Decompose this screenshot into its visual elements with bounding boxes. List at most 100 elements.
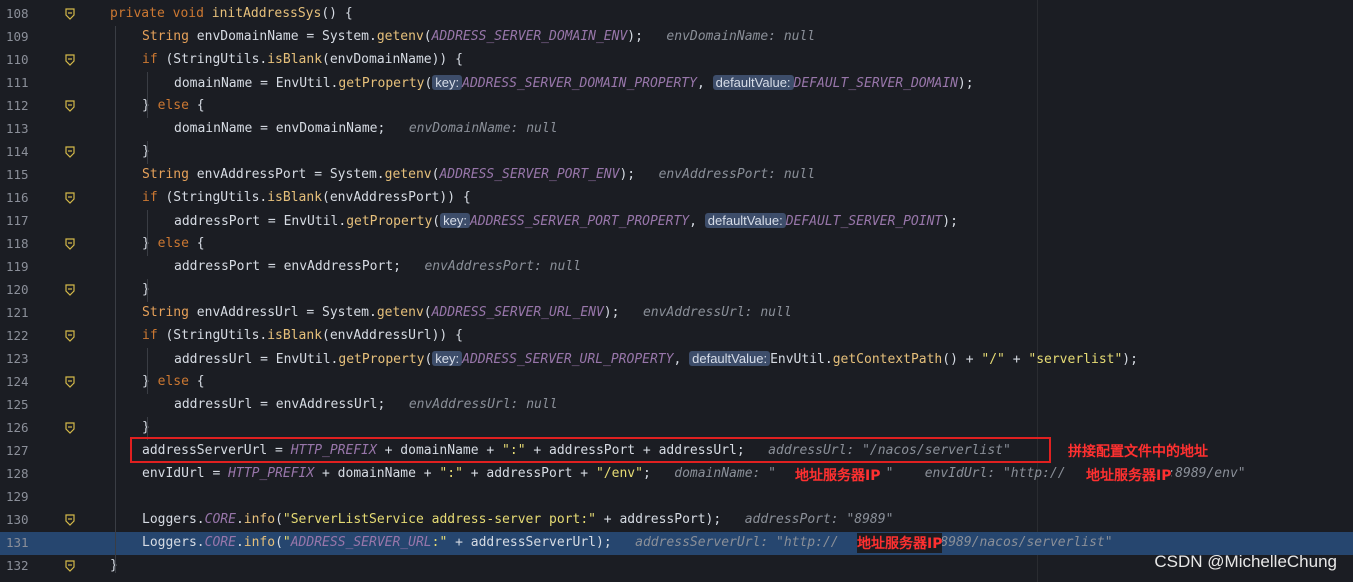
fold-marker-icon[interactable] bbox=[65, 284, 75, 296]
code-text: String envAddressUrl = System.getenv(ADD… bbox=[142, 305, 792, 320]
annotation-note: 拼接配置文件中的地址 bbox=[1068, 444, 1208, 460]
code-text: if (StringUtils.isBlank(envAddressPort))… bbox=[142, 190, 471, 205]
fold-marker-icon[interactable] bbox=[65, 8, 75, 20]
code-line[interactable]: 110 if (StringUtils.isBlank(envDomainName… bbox=[0, 49, 1353, 72]
highlight-box bbox=[130, 437, 1051, 463]
code-text: } bbox=[142, 282, 150, 297]
line-number: 110 bbox=[6, 52, 29, 67]
code-text: String envAddressPort = System.getenv(AD… bbox=[142, 167, 816, 182]
code-line[interactable]: 121 String envAddressUrl = System.getenv(… bbox=[0, 302, 1353, 325]
code-text: if (StringUtils.isBlank(envAddressUrl)) … bbox=[142, 328, 463, 343]
line-number: 127 bbox=[6, 443, 29, 458]
code-line[interactable]: 122 if (StringUtils.isBlank(envAddressUrl… bbox=[0, 325, 1353, 348]
code-text: domainName = envDomainName; envDomainNam… bbox=[174, 121, 558, 136]
fold-marker-icon[interactable] bbox=[65, 146, 75, 158]
line-number: 131 bbox=[6, 535, 29, 550]
line-number: 108 bbox=[6, 6, 29, 21]
code-text: private void initAddressSys() { bbox=[110, 6, 353, 21]
code-line[interactable]: 117 addressPort = EnvUtil.getProperty(key… bbox=[0, 210, 1353, 233]
line-number: 124 bbox=[6, 374, 29, 389]
indent-guide bbox=[115, 26, 116, 573]
line-number: 121 bbox=[6, 305, 29, 320]
line-number: 130 bbox=[6, 512, 29, 527]
code-line[interactable]: 112 } else { bbox=[0, 95, 1353, 118]
code-line[interactable]: 115 String envAddressPort = System.getenv… bbox=[0, 164, 1353, 187]
watermark: CSDN @MichelleChung bbox=[1154, 552, 1337, 571]
indent-guide bbox=[147, 210, 148, 256]
fold-marker-icon[interactable] bbox=[65, 422, 75, 434]
code-text: addressUrl = EnvUtil.getProperty(key: ADD… bbox=[174, 351, 1138, 367]
code-text: } bbox=[110, 558, 118, 573]
code-text: domainName = EnvUtil.getProperty(key: ADD… bbox=[174, 75, 974, 91]
code-line[interactable]: 111 domainName = EnvUtil.getProperty(key:… bbox=[0, 72, 1353, 95]
indent-guide bbox=[147, 279, 148, 302]
code-text: if (StringUtils.isBlank(envDomainName)) … bbox=[142, 52, 463, 67]
code-line[interactable]: 120} bbox=[0, 279, 1353, 302]
code-line[interactable]: 113 domainName = envDomainName; envDomain… bbox=[0, 118, 1353, 141]
line-number: 115 bbox=[6, 167, 29, 182]
code-text: Loggers.CORE.info("ADDRESS_SERVER_URL:" … bbox=[142, 535, 1113, 550]
code-line[interactable]: 114} bbox=[0, 141, 1353, 164]
line-number: 125 bbox=[6, 397, 29, 412]
line-number: 123 bbox=[6, 351, 29, 366]
line-number: 129 bbox=[6, 489, 29, 504]
code-text: } bbox=[142, 420, 150, 435]
code-text: String envDomainName = System.getenv(ADD… bbox=[142, 29, 816, 44]
code-text: } else { bbox=[142, 374, 205, 389]
param-hint-chip: defaultValue: bbox=[689, 351, 771, 366]
line-number: 113 bbox=[6, 121, 29, 136]
code-line[interactable]: 118} else { bbox=[0, 233, 1353, 256]
line-number: 118 bbox=[6, 236, 29, 251]
fold-marker-icon[interactable] bbox=[65, 560, 75, 572]
code-text: addressPort = EnvUtil.getProperty(key: AD… bbox=[174, 213, 958, 229]
code-text: } else { bbox=[142, 98, 205, 113]
fold-marker-icon[interactable] bbox=[65, 54, 75, 66]
line-number: 120 bbox=[6, 282, 29, 297]
code-line[interactable]: 125 addressUrl = envAddressUrl; envAddres… bbox=[0, 394, 1353, 417]
code-line[interactable]: 123 addressUrl = EnvUtil.getProperty(key:… bbox=[0, 348, 1353, 371]
code-line[interactable]: 109 String envDomainName = System.getenv(… bbox=[0, 26, 1353, 49]
param-hint-chip: defaultValue: bbox=[704, 213, 786, 228]
fold-marker-icon[interactable] bbox=[65, 100, 75, 112]
fold-marker-icon[interactable] bbox=[65, 238, 75, 250]
line-number: 114 bbox=[6, 144, 29, 159]
fold-marker-icon[interactable] bbox=[65, 376, 75, 388]
indent-guide bbox=[147, 141, 148, 164]
code-line[interactable]: 130 Loggers.CORE.info("ServerListService … bbox=[0, 509, 1353, 532]
code-line[interactable]: 124 } else { bbox=[0, 371, 1353, 394]
line-number: 119 bbox=[6, 259, 29, 274]
code-text: envIdUrl = HTTP_PREFIX + domainName + ":… bbox=[142, 466, 1246, 481]
annotation-ip-2: 地址服务器IP bbox=[1086, 465, 1172, 485]
param-hint-chip: key: bbox=[440, 213, 470, 228]
code-editor[interactable]: 108 private void initAddressSys() { 109 Str… bbox=[0, 0, 1353, 582]
param-hint-chip: key: bbox=[432, 351, 463, 366]
param-hint-chip: defaultValue: bbox=[712, 75, 794, 90]
fold-marker-icon[interactable] bbox=[65, 192, 75, 204]
code-line[interactable]: 129 bbox=[0, 486, 1353, 509]
fold-marker-icon[interactable] bbox=[65, 514, 75, 526]
indent-guide bbox=[147, 348, 148, 394]
fold-marker-icon[interactable] bbox=[65, 330, 75, 342]
line-number: 128 bbox=[6, 466, 29, 481]
code-line[interactable]: 119 addressPort = envAddressPort; envAddr… bbox=[0, 256, 1353, 279]
line-number: 116 bbox=[6, 190, 29, 205]
code-text: addressUrl = envAddressUrl; envAddressUr… bbox=[174, 397, 558, 412]
indent-guide bbox=[147, 72, 148, 118]
line-number: 122 bbox=[6, 328, 29, 343]
line-number: 117 bbox=[6, 213, 29, 228]
code-line[interactable]: 132} bbox=[0, 555, 1353, 578]
line-number: 132 bbox=[6, 558, 29, 573]
code-text: Loggers.CORE.info("ServerListService add… bbox=[142, 512, 894, 527]
line-number: 112 bbox=[6, 98, 29, 113]
code-text: addressPort = envAddressPort; envAddress… bbox=[174, 259, 581, 274]
code-line[interactable]: 116 if (StringUtils.isBlank(envAddressPor… bbox=[0, 187, 1353, 210]
line-number: 109 bbox=[6, 29, 29, 44]
code-line[interactable]: 108 private void initAddressSys() { bbox=[0, 3, 1353, 26]
line-number: 111 bbox=[6, 75, 29, 90]
param-hint-chip: key: bbox=[432, 75, 463, 90]
code-text: } bbox=[142, 144, 150, 159]
line-number: 126 bbox=[6, 420, 29, 435]
code-line[interactable]: 131 Loggers.CORE.info("ADDRESS_SERVER_URL… bbox=[0, 532, 1353, 555]
annotation-ip-1: 地址服务器IP bbox=[795, 465, 881, 485]
annotation-ip-3: 地址服务器IP bbox=[857, 533, 943, 553]
